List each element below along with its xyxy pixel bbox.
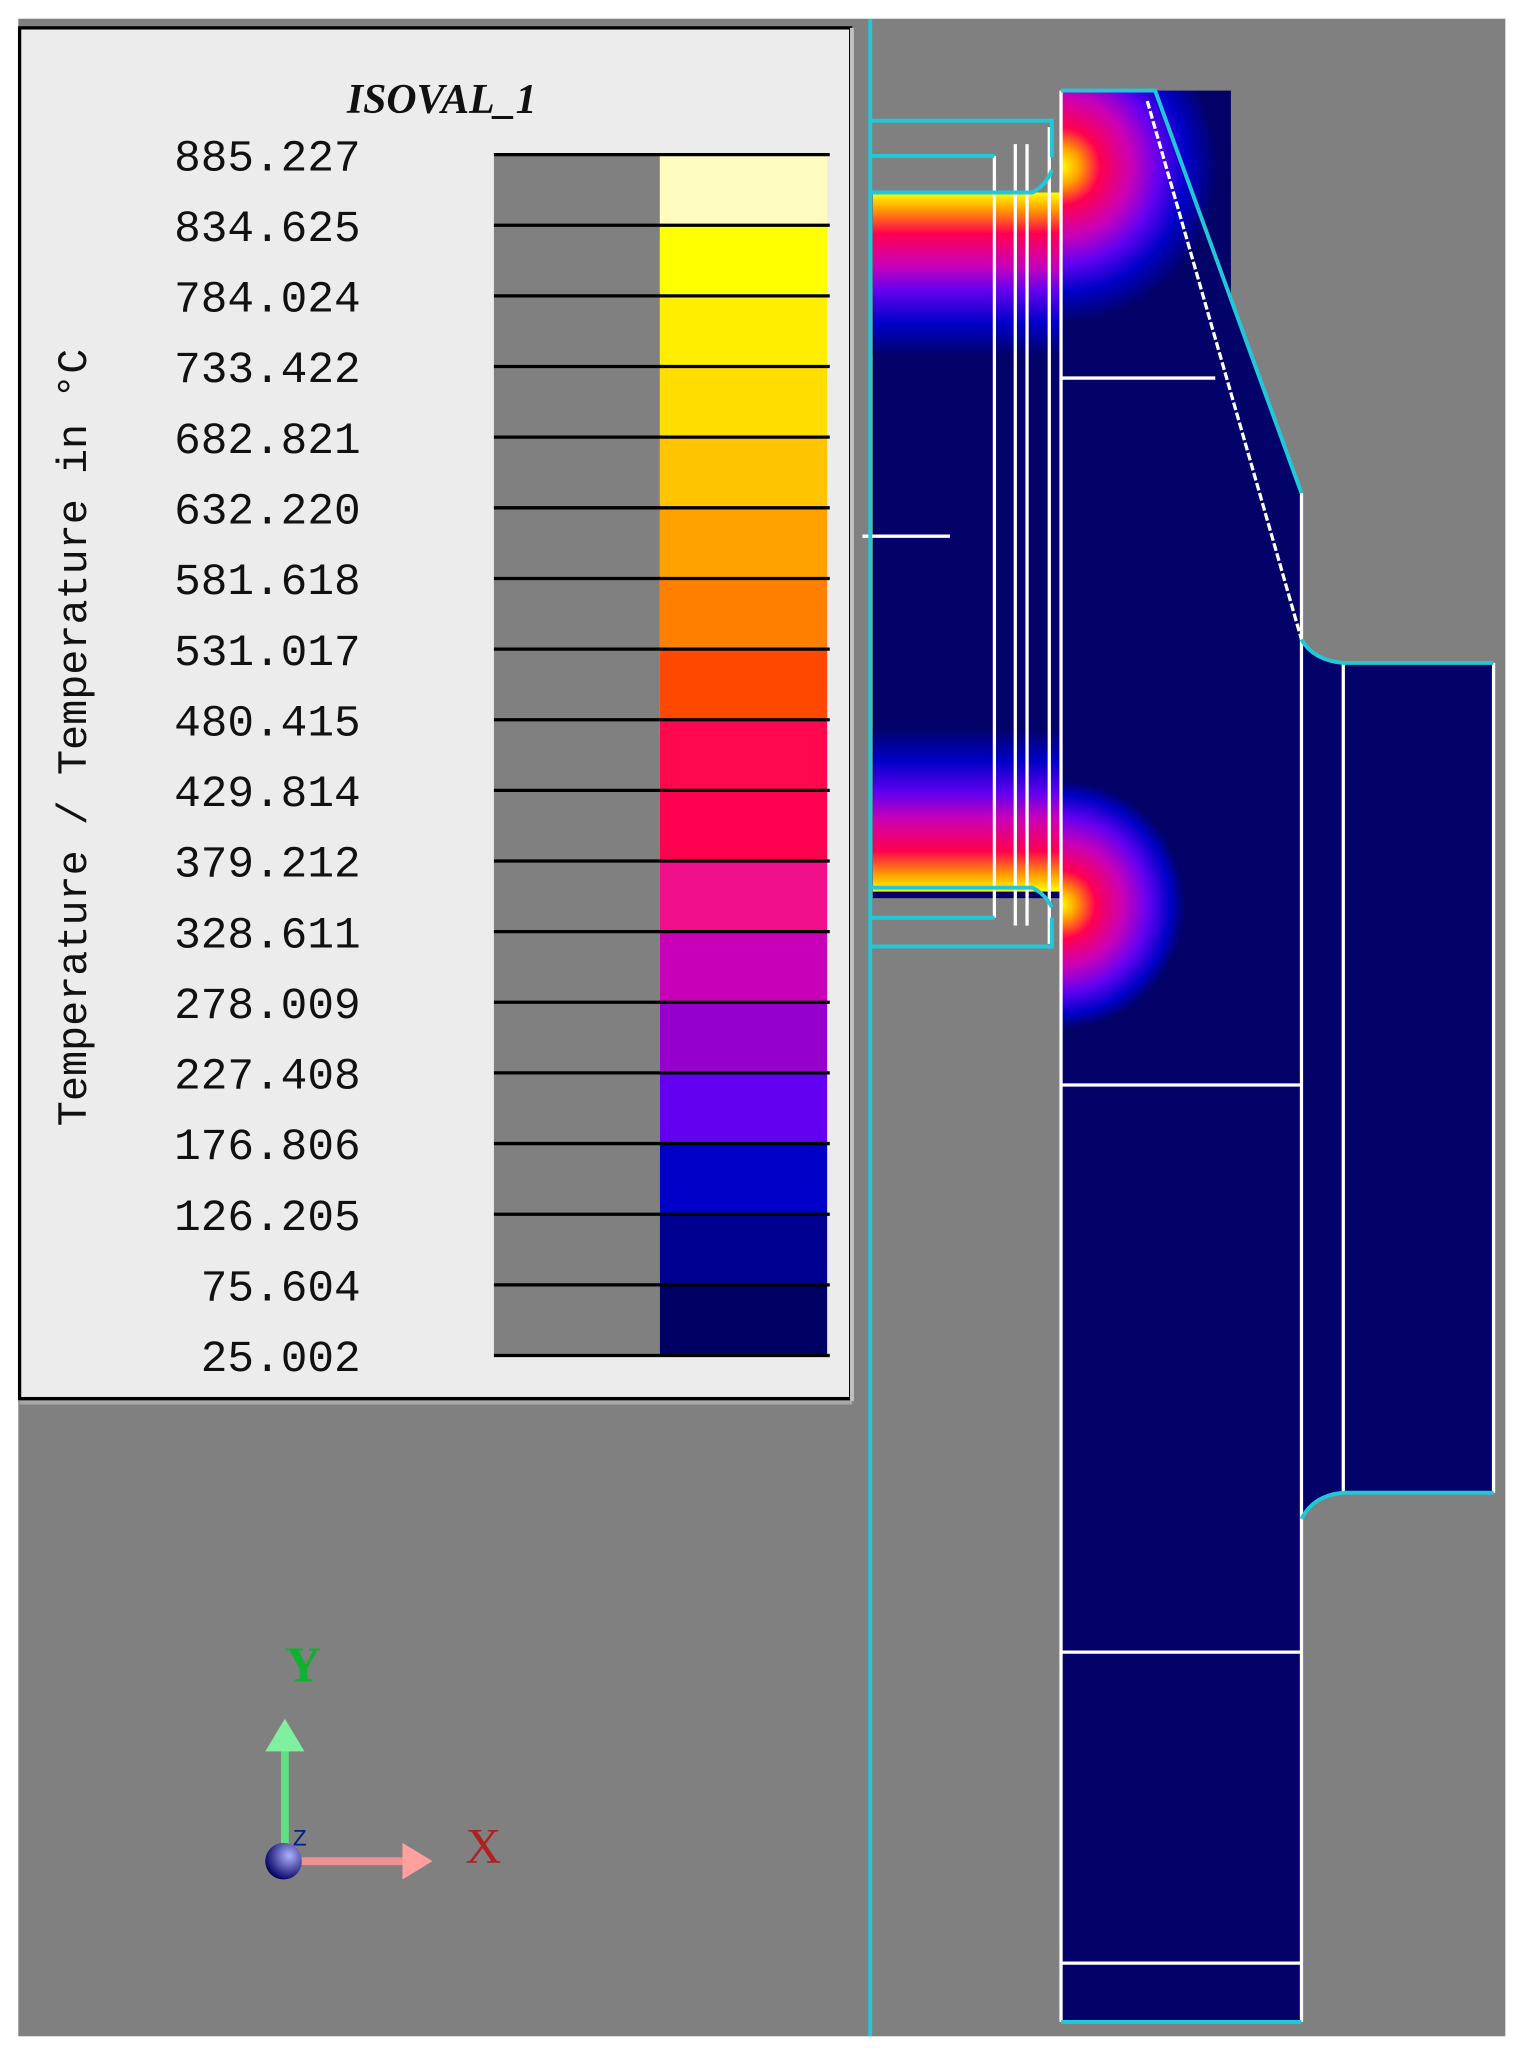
colorbar-tick-label: 682.821 — [174, 417, 361, 467]
colorbar-tick-label: 581.618 — [174, 558, 361, 608]
y-axis-label: Y — [285, 1637, 321, 1692]
legend-title: ISOVAL_1 — [346, 77, 537, 123]
colorbar-band — [659, 225, 828, 296]
colorbar-tick-label: 126.205 — [174, 1194, 361, 1244]
colorbar-band — [659, 1072, 828, 1144]
colorbar-tick-label: 278.009 — [174, 982, 361, 1032]
colorbar-band — [659, 437, 828, 508]
colorbar-band — [659, 1002, 828, 1073]
colorbar-gray-cell — [493, 1143, 660, 1215]
colorbar-tick-label: 379.212 — [174, 841, 361, 891]
colorbar-tick-label: 429.814 — [174, 770, 361, 820]
colorbar-band — [659, 931, 828, 1003]
z-axis-label: Z — [293, 1826, 307, 1853]
colorbar-band — [659, 154, 828, 226]
colorbar-tick-label: 480.415 — [174, 699, 361, 749]
colorbar-gray-cell — [493, 861, 660, 932]
colorbar-gray-cell — [493, 790, 660, 862]
x-axis-label: X — [466, 1818, 502, 1873]
colorbar-tick-label: 176.806 — [174, 1123, 361, 1173]
colorbar-tick-label: 328.611 — [174, 911, 361, 961]
colorbar-tick-label: 531.017 — [174, 629, 361, 679]
colorbar-tick-label: 75.604 — [201, 1265, 361, 1315]
colorbar-band — [659, 861, 828, 932]
colorbar-gray-cell — [493, 1284, 660, 1356]
colorbar-tick-label: 227.408 — [174, 1053, 361, 1103]
colorbar-gray-cell — [493, 154, 660, 226]
colorbar-tick-label: 632.220 — [174, 487, 361, 537]
colorbar-axis-label: Temperature / Temperature in °C — [51, 349, 99, 1127]
result-viewport[interactable]: ISOVAL_1 Temperature / Temperature in °C… — [0, 0, 1521, 2055]
colorbar-gray-cell — [493, 1002, 660, 1073]
colorbar-gray-cell — [493, 366, 660, 438]
colorbar-gray-cell — [493, 1072, 660, 1144]
colorbar-band — [659, 507, 828, 579]
colorbar-tick-label: 25.002 — [201, 1335, 361, 1385]
colorbar-band — [659, 578, 828, 650]
colorbar-band — [659, 295, 828, 367]
colorbar-band — [659, 790, 828, 862]
colorbar-tick-label: 885.227 — [174, 134, 361, 184]
colorbar-band — [659, 1143, 828, 1215]
colorbar-gray-cell — [493, 437, 660, 508]
colorbar-tick-label: 733.422 — [174, 346, 361, 396]
colorbar-gray-cell — [493, 225, 660, 296]
colorbar-band — [659, 1214, 828, 1285]
colorbar-gray-cell — [493, 295, 660, 367]
colorbar-band — [659, 366, 828, 438]
pipe-region — [872, 192, 1062, 899]
colorbar-band — [659, 719, 828, 791]
colorbar-tick-label: 834.625 — [174, 205, 361, 255]
colorbar-gray-cell — [493, 1214, 660, 1285]
color-legend: ISOVAL_1 Temperature / Temperature in °C… — [17, 26, 854, 1405]
colorbar-tick-label: 784.024 — [174, 276, 361, 326]
colorbar-gray-cell — [493, 931, 660, 1003]
colorbar-band — [659, 649, 828, 720]
colorbar-gray-cell — [493, 507, 660, 579]
colorbar-gray-cell — [493, 578, 660, 650]
colorbar-gray-cell — [493, 649, 660, 720]
colorbar-gray-cell — [493, 719, 660, 791]
colorbar-band — [659, 1284, 828, 1356]
